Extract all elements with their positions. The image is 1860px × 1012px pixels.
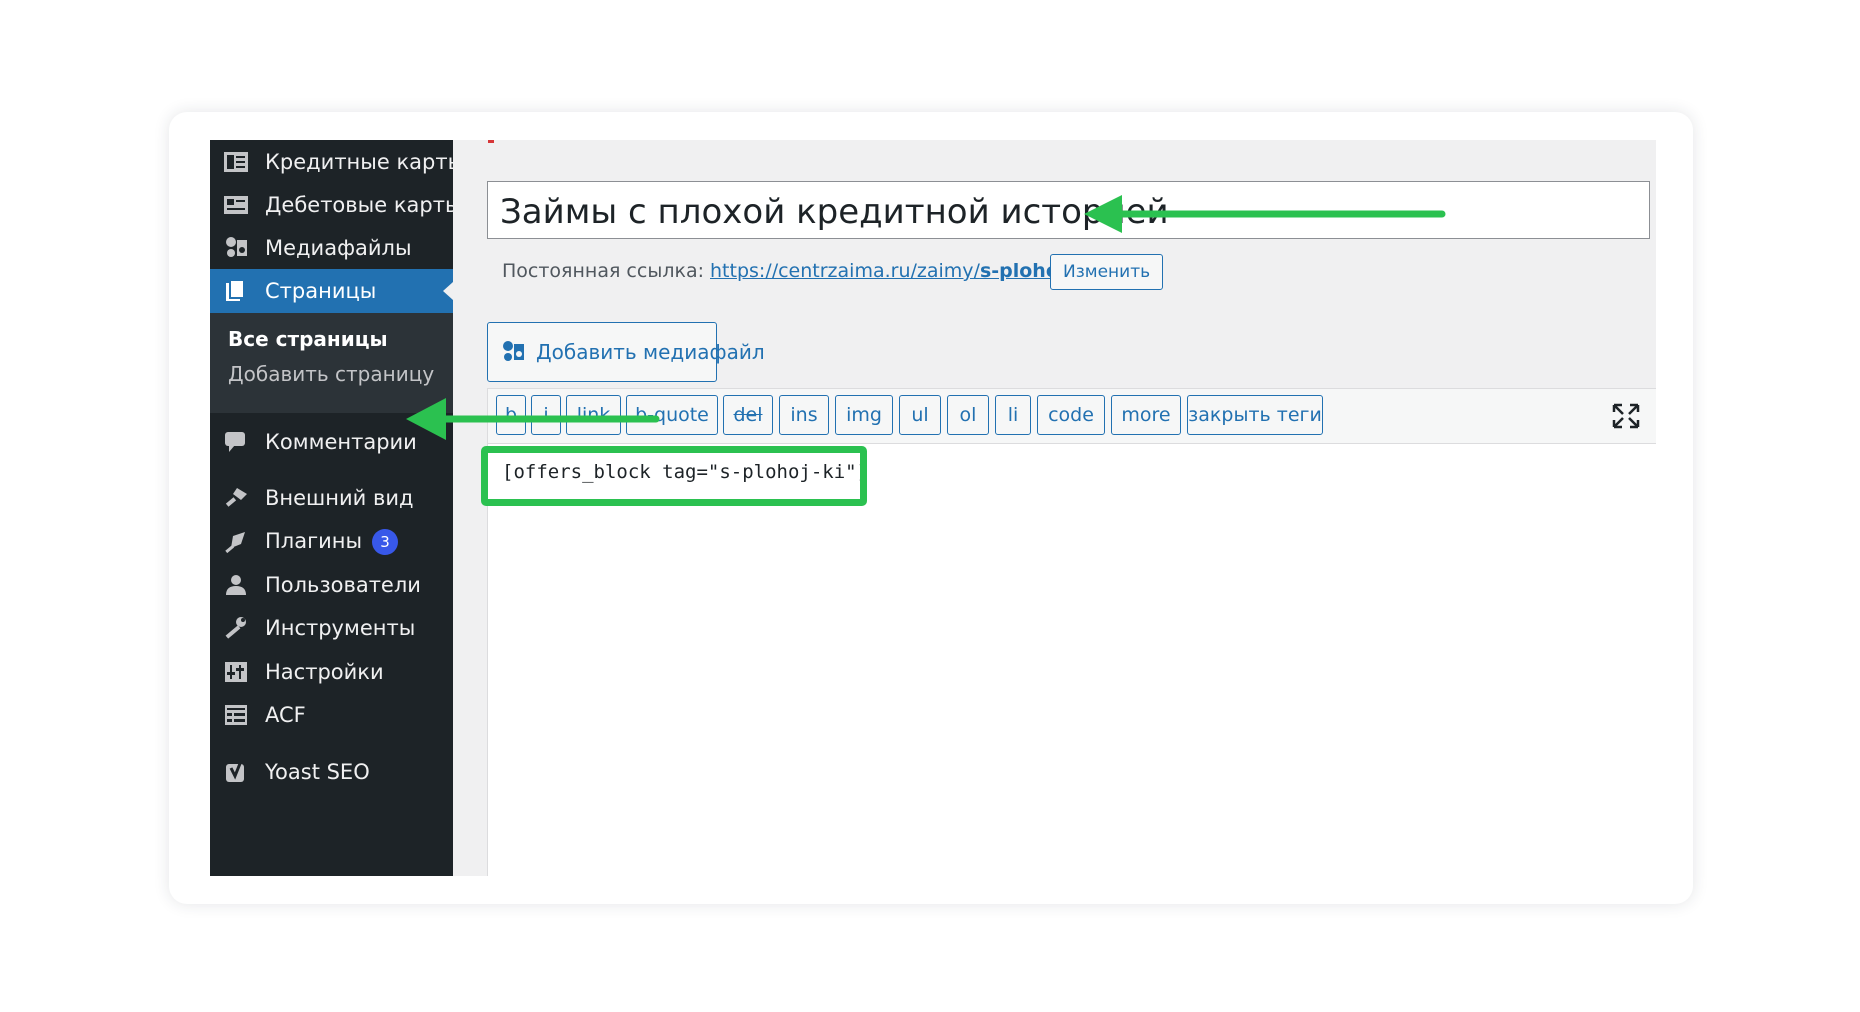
annotation-arrows (406, 195, 1446, 440)
title-arrow (1084, 195, 1446, 233)
add-page-arrow (406, 398, 660, 440)
